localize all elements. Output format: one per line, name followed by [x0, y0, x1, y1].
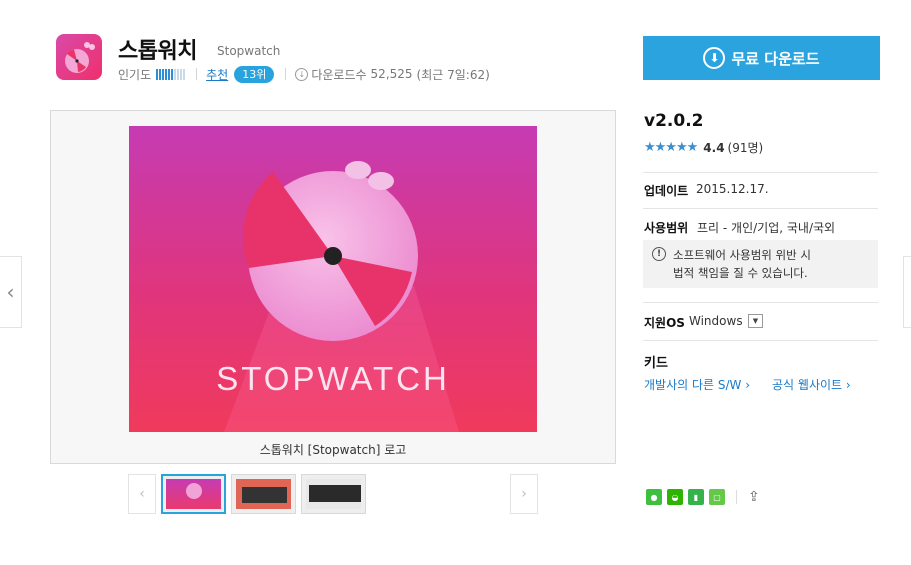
related-links: 개발사의 다른 S/W › 공식 웹사이트 › — [644, 376, 851, 393]
divider — [643, 208, 878, 209]
notice-line-2: 법적 책임을 질 수 있습니다. — [673, 266, 808, 280]
divider — [285, 68, 287, 80]
developer-other-software-link[interactable]: 개발사의 다른 S/W › — [644, 376, 750, 393]
rating-count: (91명) — [727, 141, 764, 155]
notice-icon: ! — [652, 247, 666, 261]
divider — [643, 302, 878, 303]
usage-label: 사용범위 — [644, 221, 689, 235]
rating-score: 4.4 — [703, 140, 725, 155]
download-count-icon: ↓ — [295, 67, 309, 81]
os-value: Windows — [689, 314, 743, 328]
band-share-icon[interactable]: ● — [646, 489, 662, 505]
download-button-label: 무료 다운로드 — [731, 49, 820, 68]
popularity-bar — [156, 68, 186, 80]
share-icon[interactable]: ⇪ — [748, 489, 760, 505]
thumb-prev-arrow[interactable]: ‹ — [128, 474, 156, 514]
divider — [643, 340, 878, 341]
recommend-link[interactable]: 추천 — [206, 66, 228, 83]
preview-image[interactable]: STOPWATCH — [129, 126, 537, 432]
app-title: 스톱워치 — [118, 39, 197, 64]
download-count-value: 52,525 — [370, 67, 413, 81]
version: v2.0.2 — [644, 111, 704, 131]
preview-caption: 스톱워치 [Stopwatch] 로고 — [259, 443, 407, 457]
app-icon — [56, 34, 102, 80]
os-label: 지원OS — [644, 316, 685, 330]
code-label: 키드 — [644, 356, 668, 371]
thumbnail-2[interactable] — [231, 474, 296, 514]
popularity-label: 인기도 — [118, 67, 152, 82]
official-website-link[interactable]: 공식 웹사이트 › — [772, 376, 851, 393]
free-download-button[interactable]: ⬇ 무료 다운로드 — [643, 36, 880, 80]
thumb-next-arrow[interactable]: › — [510, 474, 538, 514]
divider — [196, 68, 198, 80]
screenshot-viewer: STOPWATCH 스톱워치 [Stopwatch] 로고 — [50, 110, 616, 464]
divider — [643, 172, 878, 173]
download-circle-icon: ⬇ — [703, 47, 726, 69]
next-app-arrow[interactable] — [903, 256, 911, 328]
bookmark-share-icon[interactable]: ▮ — [688, 489, 704, 505]
update-value: 2015.12.17. — [696, 182, 769, 196]
app-subtitle: Stopwatch — [217, 44, 281, 58]
app-meta-row: 인기도 추천 13위 ↓ 다운로드수 52,525 (최근 7일:62) — [118, 65, 490, 83]
download-count-label: 다운로드수 — [311, 67, 367, 82]
rating-row: ★★★★★ 4.4 (91명) — [644, 139, 763, 156]
usage-notice: ! 소프트웨어 사용범위 위반 시 법적 책임을 질 수 있습니다. — [643, 240, 878, 288]
os-dropdown-toggle[interactable]: ▼ — [748, 314, 763, 328]
rating-stars: ★★★★★ — [644, 140, 698, 155]
usage-value: 프리 - 개인/기업, 국내/국외 — [697, 221, 836, 235]
rank-badge: 13위 — [234, 65, 275, 83]
thumbnail-1[interactable] — [161, 474, 226, 514]
prev-app-arrow[interactable]: ‹ — [0, 256, 22, 328]
notice-line-1: 소프트웨어 사용범위 위반 시 — [673, 248, 811, 262]
divider — [736, 490, 737, 504]
line-share-icon[interactable]: ◒ — [667, 489, 683, 505]
update-label: 업데이트 — [644, 184, 689, 198]
thumbnail-3[interactable] — [301, 474, 366, 514]
recent-downloads: (최근 7일:62) — [416, 67, 490, 82]
share-row: ● ◒ ▮ ▢ ⇪ — [646, 489, 760, 505]
preview-logo-text: STOPWATCH — [216, 360, 450, 397]
memo-share-icon[interactable]: ▢ — [709, 489, 725, 505]
